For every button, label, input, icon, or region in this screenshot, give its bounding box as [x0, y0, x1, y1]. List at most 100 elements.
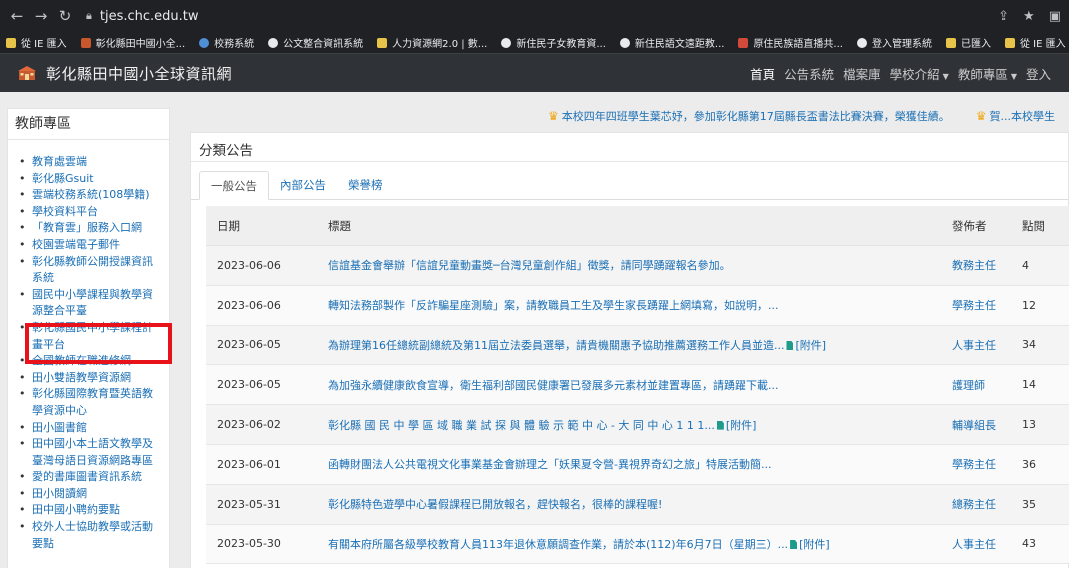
column-title[interactable]: 標題	[318, 218, 952, 234]
announcements-panel: 分類公告 一般公告 內部公告 榮譽榜 日期 標題 發佈者 點閱 2023-06-…	[190, 132, 1069, 568]
row-title-cell: 轉知法務部製作「反詐騙星座測驗」案，請教職員工生及學生家長踴躍上網填寫，如說明，…	[318, 297, 952, 313]
sidebar-link[interactable]: 教育處雲端	[19, 154, 161, 171]
row-publisher[interactable]: 教務主任	[952, 257, 1022, 273]
table-row: 2023-06-02 彰化縣 國 民 中 學 區 域 職 業 試 探 與 體 驗 …	[206, 405, 1069, 445]
sidebar-link[interactable]: 校外人士協助教學或活動要點	[19, 519, 161, 552]
row-date: 2023-06-02	[217, 418, 281, 432]
nav-school-intro[interactable]: 學校介紹 ▼	[890, 64, 949, 83]
bookmark-star-icon[interactable]: ★	[1023, 9, 1035, 24]
attachment-link[interactable]: [附件]	[726, 419, 757, 432]
bookmark-item[interactable]: 新住民子女教育資...	[501, 35, 606, 50]
panel-title: 分類公告	[191, 133, 1068, 162]
table-body: 2023-06-06 信誼基金會舉辦「信誼兒童動畫獎─台灣兒童創作組」徵獎，請同學…	[206, 246, 1069, 565]
row-hits: 14	[1022, 378, 1036, 392]
share-icon[interactable]: ⇪	[998, 9, 1009, 24]
url-text[interactable]: tjes.chc.edu.tw	[100, 9, 199, 24]
tab-honor-roll[interactable]: 榮譽榜	[337, 171, 394, 199]
row-date: 2023-06-05	[217, 338, 281, 352]
row-title-link[interactable]: 有關本府所屬各級學校教育人員113年退休意願調查作業，請於本(112)年6月7日…	[328, 538, 788, 551]
file-icon	[716, 420, 724, 430]
bookmark-item[interactable]: 彰化縣田中國小全...	[80, 35, 185, 50]
sidebar-title: 教師專區	[8, 109, 169, 140]
bookmark-item[interactable]: 新住民語文遠距教...	[619, 35, 724, 50]
nav-school-intro-label: 學校介紹	[889, 66, 940, 82]
row-publisher[interactable]: 學務主任	[952, 456, 1022, 472]
site-title[interactable]: 彰化縣田中國小全球資訊網	[46, 63, 232, 84]
attachment-link[interactable]: [附件]	[795, 339, 826, 352]
sidebar-link[interactable]: 田中國小聘約要點	[19, 502, 161, 519]
row-publisher[interactable]: 輔導組長	[952, 417, 1022, 433]
sidebar-link[interactable]: 雲端校務系統(108學籍)	[19, 187, 161, 204]
caret-down-icon: ▼	[942, 71, 949, 81]
tab-general[interactable]: 一般公告	[199, 171, 269, 200]
sidebar-link[interactable]: 彰化縣國際教育暨英語教學資源中心	[19, 386, 161, 419]
sidebar-link[interactable]: 愛的書庫圖書資訊系統	[19, 469, 161, 486]
row-publisher[interactable]: 人事主任	[952, 536, 1022, 552]
row-date: 2023-05-31	[217, 497, 281, 511]
row-publisher[interactable]: 總務主任	[952, 496, 1022, 512]
address-bar[interactable]: 🔒︎ tjes.chc.edu.tw	[86, 4, 989, 28]
bookmark-item[interactable]: 從 IE 匯入	[6, 35, 67, 50]
sidebar-link[interactable]: 「教育雲」服務入口網	[19, 220, 161, 237]
row-title-link[interactable]: 彰化縣 國 民 中 學 區 域 職 業 試 探 與 體 驗 示 範 中 心 - …	[328, 419, 715, 432]
site-header: 彰化縣田中國小全球資訊網 首頁 公告系統 檔案庫 學校介紹 ▼ 教師專區 ▼ 登入	[0, 54, 1069, 92]
row-title-link[interactable]: 為辦理第16任總統副總統及第11屆立法委員選舉，請貴機關惠予協助推薦選務工作人員…	[328, 339, 784, 352]
flag-icon	[738, 37, 749, 48]
row-title-link[interactable]: 函轉財團法人公共電視文化事業基金會辦理之「妖果夏令營-異視界奇幻之旅」特展活動簡…	[328, 458, 771, 471]
row-title-link[interactable]: 信誼基金會舉辦「信誼兒童動畫獎─台灣兒童創作組」徵獎，請同學踴躍報名參加。	[328, 259, 731, 272]
lock-icon: 🔒︎	[86, 9, 92, 22]
sidebar-link[interactable]: 田小閱讀網	[19, 486, 161, 503]
tab-internal[interactable]: 內部公告	[269, 171, 337, 199]
nav-home[interactable]: 首頁	[750, 64, 775, 83]
row-publisher[interactable]: 護理師	[952, 377, 1022, 393]
sidebar-link[interactable]: 彰化縣Gsuit	[19, 171, 161, 188]
bookmark-item[interactable]: 登入管理系統	[856, 35, 932, 50]
sidebar-link[interactable]: 校園雲端電子郵件	[19, 237, 161, 254]
sidebar-link[interactable]: 田中國小本土語文教學及臺灣母語日資源網路專區	[19, 436, 161, 469]
window-icon[interactable]: ▣	[1049, 9, 1061, 24]
bookmark-item[interactable]: 從 IE 匯入 (3)	[1004, 35, 1069, 50]
row-title-link[interactable]: 轉知法務部製作「反詐騙星座測驗」案，請教職員工生及學生家長踴躍上網填寫，如說明，…	[328, 299, 779, 312]
row-date: 2023-06-05	[217, 378, 281, 392]
column-publisher[interactable]: 發佈者	[952, 218, 1022, 234]
red-highlight-box	[25, 323, 172, 364]
row-title-cell: 信誼基金會舉辦「信誼兒童動畫獎─台灣兒童創作組」徵獎，請同學踴躍報名參加。	[318, 257, 952, 273]
crown-icon: ♛	[548, 109, 559, 123]
row-title-link[interactable]: 彰化縣特色遊學中心暑假課程已開放報名，趕快報名，很棒的課程喔!	[328, 498, 662, 511]
globe-icon	[856, 37, 867, 48]
column-date[interactable]: 日期	[206, 218, 318, 234]
table-row: 2023-06-05 為辦理第16任總統副總統及第11屆立法委員選舉，請貴機關惠予…	[206, 325, 1069, 366]
sidebar-link[interactable]: 彰化縣教師公開授課資訊系統	[19, 254, 161, 287]
globe-icon	[501, 37, 512, 48]
nav-login[interactable]: 登入	[1026, 64, 1051, 83]
reload-icon[interactable]: ↻	[56, 7, 74, 25]
bookmark-item[interactable]: 公文整合資訊系統	[268, 35, 363, 50]
table-row: 2023-06-06 信誼基金會舉辦「信誼兒童動畫獎─台灣兒童創作組」徵獎，請同學…	[206, 246, 1069, 286]
bookmark-item[interactable]: 已匯入	[945, 35, 991, 50]
nav-announcements[interactable]: 公告系統	[784, 64, 834, 83]
globe-icon	[619, 37, 630, 48]
nav-teacher-zone[interactable]: 教師專區 ▼	[958, 64, 1017, 83]
sidebar-link[interactable]: 學校資料平台	[19, 204, 161, 221]
row-publisher[interactable]: 人事主任	[952, 337, 1022, 353]
column-hits[interactable]: 點閱	[1022, 218, 1069, 234]
news-marquee: ♛ 本校四年四班學生葉芯妤，參加彰化縣第17屆縣長盃書法比賽決賽，榮獲佳績。 ♛…	[548, 108, 1069, 124]
forward-arrow-icon[interactable]: →	[32, 7, 50, 25]
marquee-item[interactable]: 本校四年四班學生葉芯妤，參加彰化縣第17屆縣長盃書法比賽決賽，榮獲佳績。	[562, 108, 950, 124]
back-arrow-icon[interactable]: ←	[8, 7, 26, 25]
marquee-item[interactable]: 賀...本校學生	[990, 108, 1056, 124]
bookmark-item[interactable]: 原住民族語直播共...	[738, 35, 843, 50]
table-row: 2023-05-31 彰化縣特色遊學中心暑假課程已開放報名，趕快報名，很棒的課程喔…	[206, 484, 1069, 525]
table-row: 2023-06-01 函轉財團法人公共電視文化事業基金會辦理之「妖果夏令營-異視界…	[206, 444, 1069, 485]
row-publisher[interactable]: 學務主任	[952, 297, 1022, 313]
nav-files[interactable]: 檔案庫	[843, 64, 881, 83]
row-title-link[interactable]: 為加強永續健康飲食宣導，衛生福利部國民健康署已發展多元素材並建置專區，請踴躍下載…	[328, 379, 779, 392]
sidebar-link[interactable]: 國民中小學課程與教學資源整合平臺	[19, 287, 161, 320]
sidebar-link[interactable]: 田小雙語教學資源網	[19, 370, 161, 387]
attachment-link[interactable]: [附件]	[799, 538, 830, 551]
row-title-cell: 彰化縣 國 民 中 學 區 域 職 業 試 探 與 體 驗 示 範 中 心 - …	[318, 417, 952, 433]
bookmark-item[interactable]: 校務系統	[199, 35, 254, 50]
row-date: 2023-06-06	[217, 258, 281, 272]
sidebar-link[interactable]: 田小圖書館	[19, 420, 161, 437]
bookmark-item[interactable]: 人力資源網2.0 | 數...	[377, 35, 487, 50]
